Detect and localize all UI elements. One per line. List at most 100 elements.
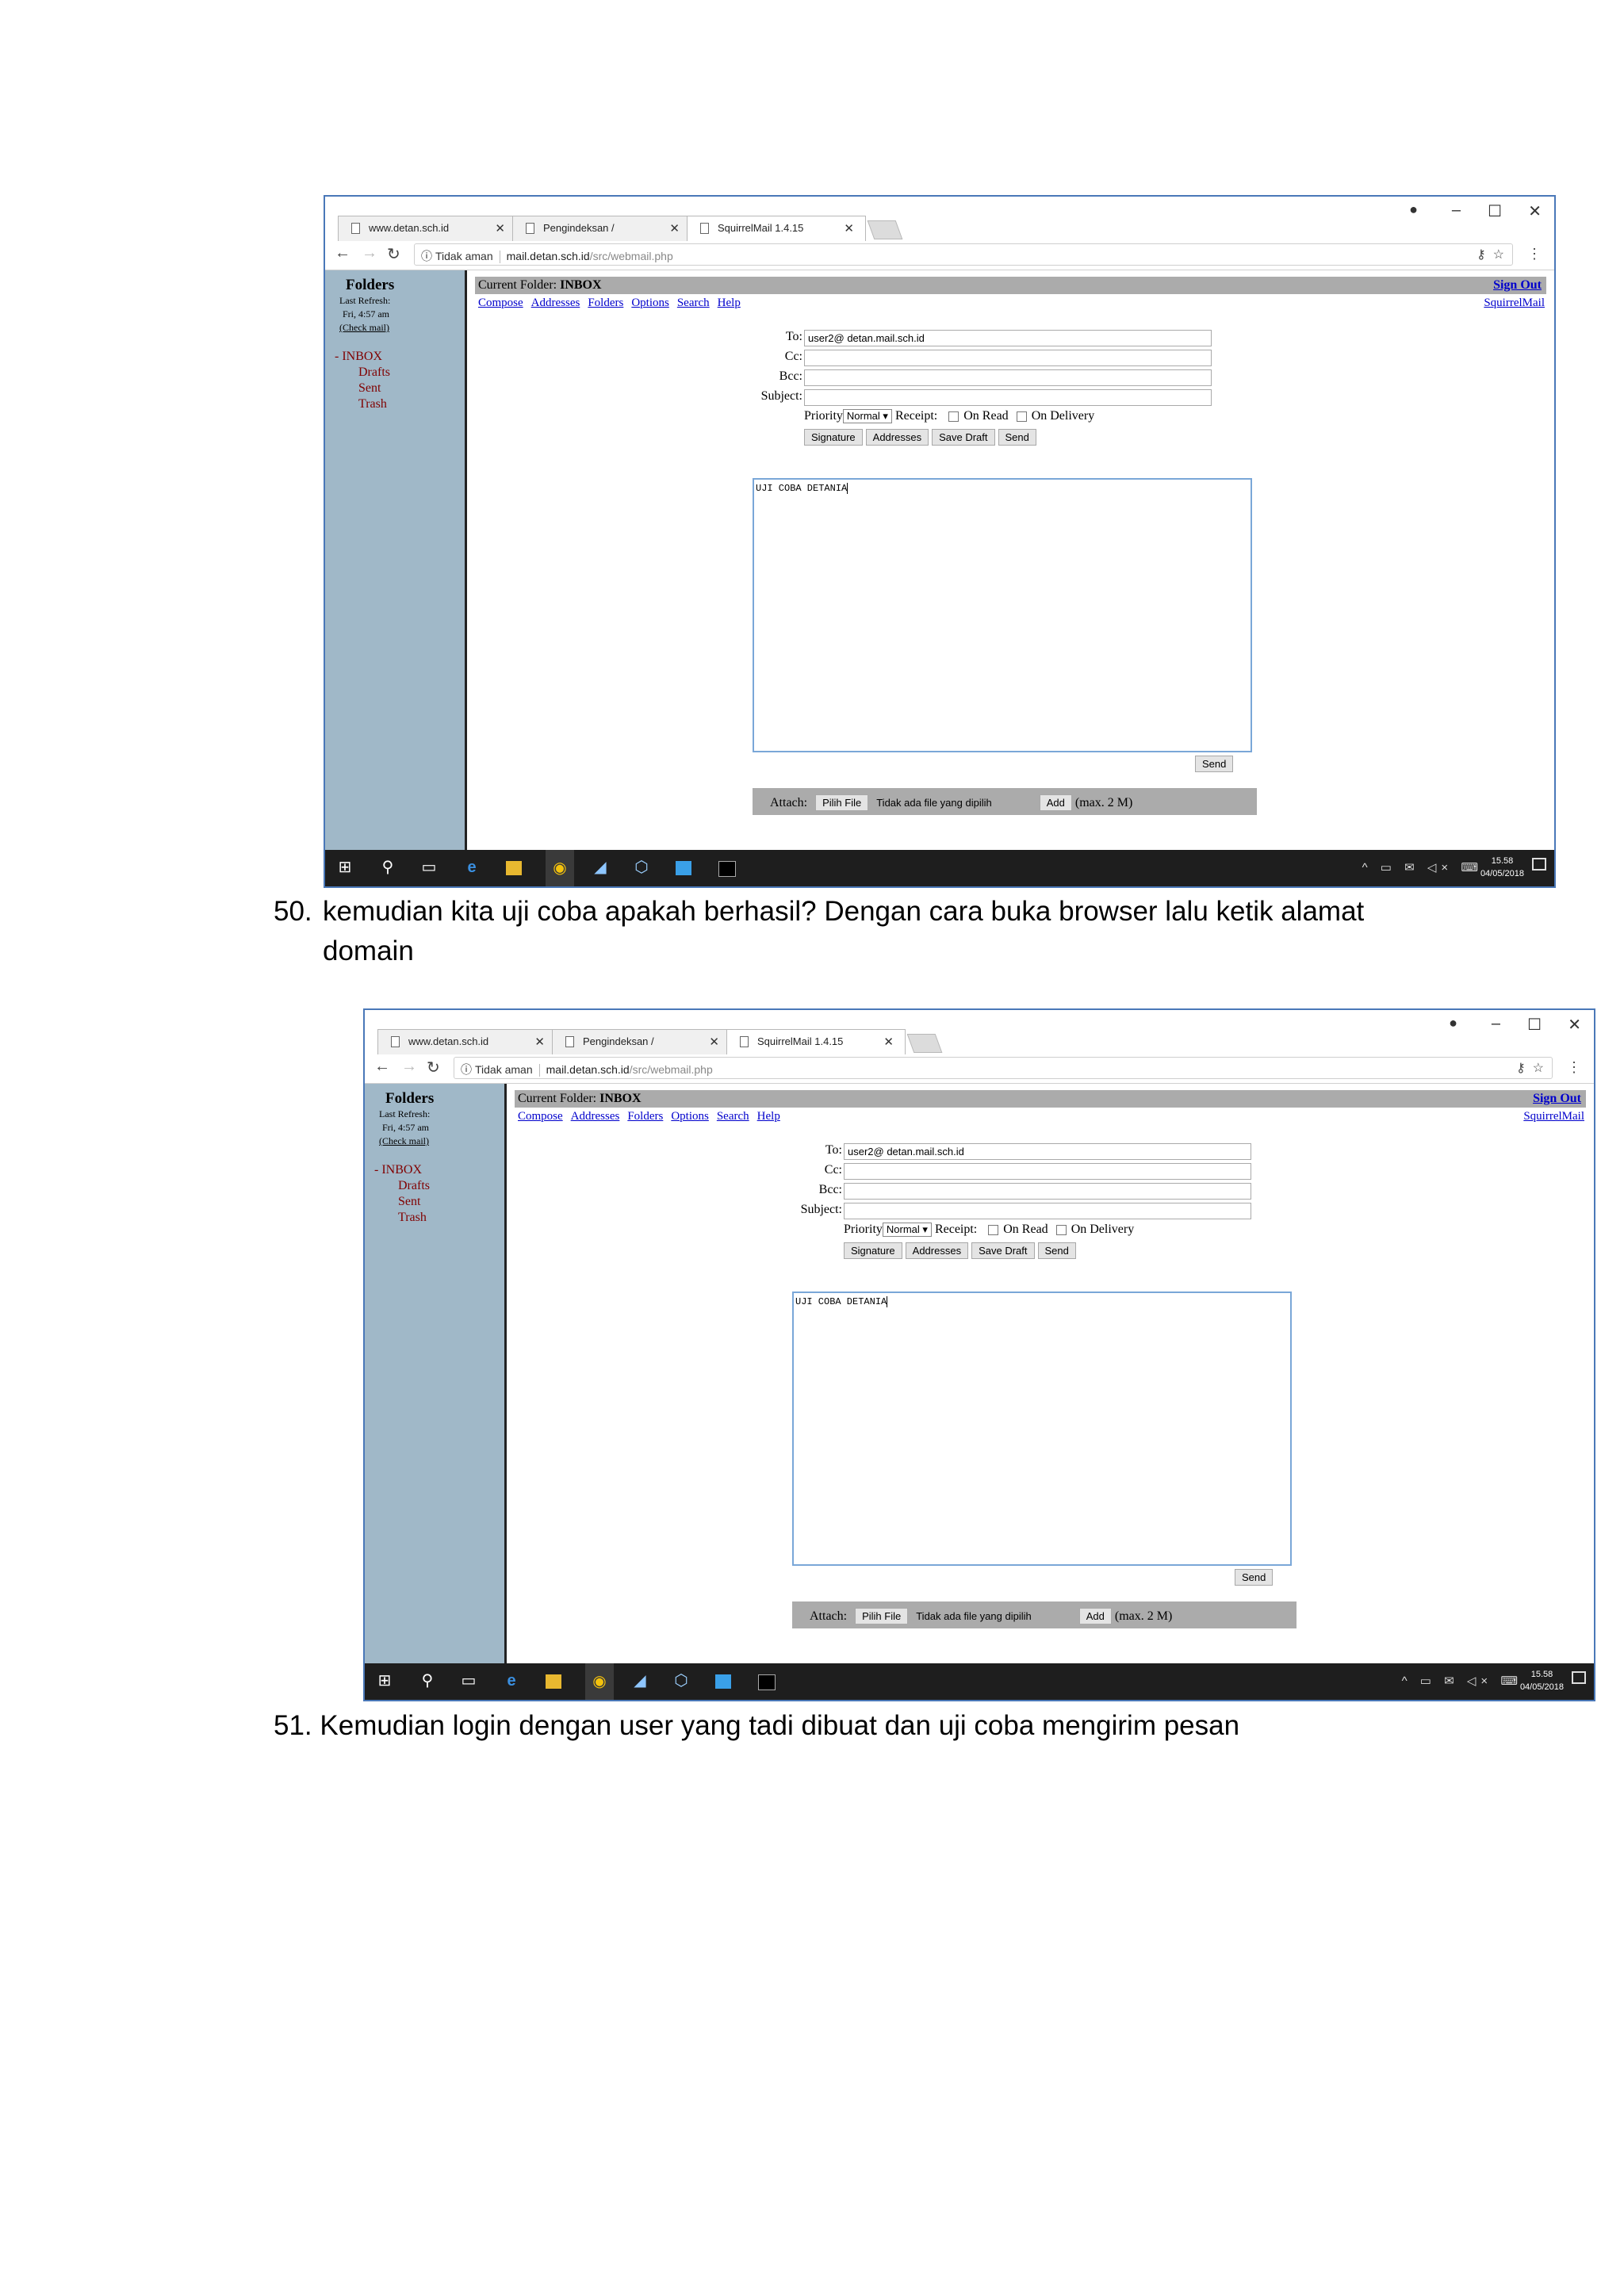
virtualbox-icon[interactable]: ⬡ (633, 859, 650, 876)
menu-compose[interactable]: Compose (518, 1110, 563, 1123)
chrome-icon[interactable]: ◉ (585, 1663, 614, 1700)
windows-start-icon[interactable]: ⊞ (336, 859, 354, 876)
maximize-icon[interactable]: ☐ (1527, 1015, 1542, 1035)
edge-icon[interactable]: e (463, 859, 481, 876)
folder-trash[interactable]: Trash (358, 397, 387, 411)
close-icon[interactable]: ✕ (883, 1035, 894, 1049)
window-close-icon[interactable]: ✕ (1528, 201, 1542, 221)
task-view-icon[interactable]: ▭ (460, 1672, 477, 1689)
squirrelmail-link[interactable]: SquirrelMail (1523, 1110, 1584, 1123)
profile-icon[interactable]: ● (1449, 1015, 1457, 1031)
new-tab-button[interactable] (867, 220, 903, 239)
folder-sent[interactable]: Sent (398, 1195, 420, 1209)
browser-tab[interactable]: www.detan.sch.id ✕ (338, 216, 517, 241)
browser-tab-active[interactable]: SquirrelMail 1.4.15 ✕ (726, 1029, 906, 1054)
search-icon[interactable]: ⚲ (419, 1672, 436, 1689)
cc-field[interactable] (804, 350, 1212, 366)
app-icon[interactable]: ◢ (592, 859, 609, 876)
folder-inbox[interactable]: - INBOX (374, 1163, 422, 1177)
bcc-field[interactable] (804, 369, 1212, 386)
forward-icon[interactable]: → (401, 1058, 417, 1076)
sign-out-link[interactable]: Sign Out (1493, 278, 1542, 293)
file-explorer-icon[interactable] (546, 1674, 561, 1689)
bcc-field[interactable] (844, 1183, 1251, 1200)
squirrelmail-link[interactable]: SquirrelMail (1484, 297, 1545, 310)
browser-tab[interactable]: Pengindeksan / ✕ (512, 216, 691, 241)
url-input[interactable]: ⓘ Tidak aman mail.detan.sch.id/src/webmail… (414, 243, 1513, 266)
to-field[interactable]: user2@ detan.mail.sch.id (804, 330, 1212, 346)
reload-icon[interactable]: ↻ (387, 244, 400, 264)
menu-help[interactable]: Help (757, 1110, 780, 1123)
menu-search[interactable]: Search (717, 1110, 749, 1123)
send-button[interactable]: Send (1037, 1242, 1076, 1259)
close-icon[interactable]: ✕ (669, 221, 680, 235)
back-icon[interactable]: ← (374, 1058, 390, 1076)
menu-icon[interactable]: ⋮ (1567, 1059, 1581, 1076)
priority-select[interactable]: Normal ▾ (882, 1223, 932, 1237)
app-icon[interactable]: ◢ (631, 1672, 649, 1689)
url-input[interactable]: ⓘ Tidak aman mail.detan.sch.id/src/webmail… (454, 1057, 1553, 1079)
message-body[interactable]: UJI COBA DETANIA (753, 478, 1252, 752)
sign-out-link[interactable]: Sign Out (1533, 1092, 1581, 1106)
back-icon[interactable]: ← (335, 244, 350, 262)
add-button[interactable]: Add (1078, 1608, 1112, 1624)
key-icon[interactable]: ⚷ (1516, 1062, 1526, 1075)
star-icon[interactable]: ☆ (1493, 248, 1504, 262)
forward-icon[interactable]: → (362, 244, 377, 262)
folder-inbox[interactable]: - INBOX (335, 350, 382, 364)
menu-icon[interactable]: ⋮ (1527, 246, 1542, 262)
menu-folders[interactable]: Folders (627, 1110, 663, 1123)
priority-select[interactable]: Normal ▾ (842, 409, 892, 423)
browser-tab[interactable]: Pengindeksan / ✕ (552, 1029, 731, 1054)
save-draft-button[interactable]: Save Draft (932, 429, 995, 446)
menu-help[interactable]: Help (718, 297, 741, 309)
choose-file-button[interactable]: Pilih File (815, 794, 869, 811)
menu-options[interactable]: Options (671, 1110, 709, 1123)
menu-addresses[interactable]: Addresses (571, 1110, 620, 1123)
folder-drafts[interactable]: Drafts (398, 1179, 430, 1193)
file-explorer-icon[interactable] (506, 861, 522, 875)
on-delivery-checkbox[interactable] (1055, 1224, 1067, 1235)
remote-desktop-icon[interactable] (715, 1674, 731, 1689)
subject-field[interactable] (844, 1203, 1251, 1219)
new-tab-button[interactable] (906, 1034, 943, 1053)
reload-icon[interactable]: ↻ (427, 1058, 440, 1077)
system-tray-icons[interactable]: ^ ▭ ✉ ◁× ⌨ (1402, 1674, 1522, 1688)
minimize-icon[interactable]: – (1492, 1015, 1500, 1033)
on-read-checkbox[interactable] (988, 1224, 999, 1235)
check-mail-link[interactable]: (Check mail) (339, 321, 389, 335)
folder-drafts[interactable]: Drafts (358, 365, 390, 380)
cc-field[interactable] (844, 1163, 1251, 1180)
addresses-button[interactable]: Addresses (905, 1242, 969, 1259)
close-icon[interactable]: ✕ (495, 221, 505, 235)
edge-icon[interactable]: e (503, 1672, 520, 1689)
to-field[interactable]: user2@ detan.mail.sch.id (844, 1143, 1251, 1160)
notification-icon[interactable] (1572, 1671, 1586, 1684)
message-body[interactable]: UJI COBA DETANIA (792, 1292, 1292, 1566)
maximize-icon[interactable]: ☐ (1488, 201, 1502, 221)
system-tray-icons[interactable]: ^ ▭ ✉ ◁× ⌨ (1362, 860, 1483, 874)
signature-button[interactable]: Signature (844, 1242, 902, 1259)
virtualbox-icon[interactable]: ⬡ (672, 1672, 690, 1689)
task-view-icon[interactable]: ▭ (420, 859, 438, 876)
profile-icon[interactable]: ● (1409, 201, 1418, 218)
folder-trash[interactable]: Trash (398, 1211, 427, 1225)
browser-tab-active[interactable]: SquirrelMail 1.4.15 ✕ (687, 216, 866, 241)
close-icon[interactable]: ✕ (844, 221, 854, 235)
star-icon[interactable]: ☆ (1533, 1062, 1544, 1075)
key-icon[interactable]: ⚷ (1477, 248, 1486, 262)
terminal-icon[interactable] (718, 861, 736, 877)
menu-compose[interactable]: Compose (478, 297, 523, 309)
close-icon[interactable]: ✕ (709, 1035, 719, 1049)
on-read-checkbox[interactable] (948, 411, 959, 422)
chrome-icon[interactable]: ◉ (546, 850, 574, 886)
send-button-bottom[interactable]: Send (1195, 756, 1234, 772)
menu-options[interactable]: Options (631, 297, 669, 309)
browser-tab[interactable]: www.detan.sch.id ✕ (377, 1029, 557, 1054)
menu-folders[interactable]: Folders (588, 297, 623, 309)
addresses-button[interactable]: Addresses (865, 429, 929, 446)
check-mail-link[interactable]: (Check mail) (379, 1135, 429, 1148)
folder-sent[interactable]: Sent (358, 381, 381, 396)
windows-start-icon[interactable]: ⊞ (376, 1672, 393, 1689)
signature-button[interactable]: Signature (804, 429, 863, 446)
